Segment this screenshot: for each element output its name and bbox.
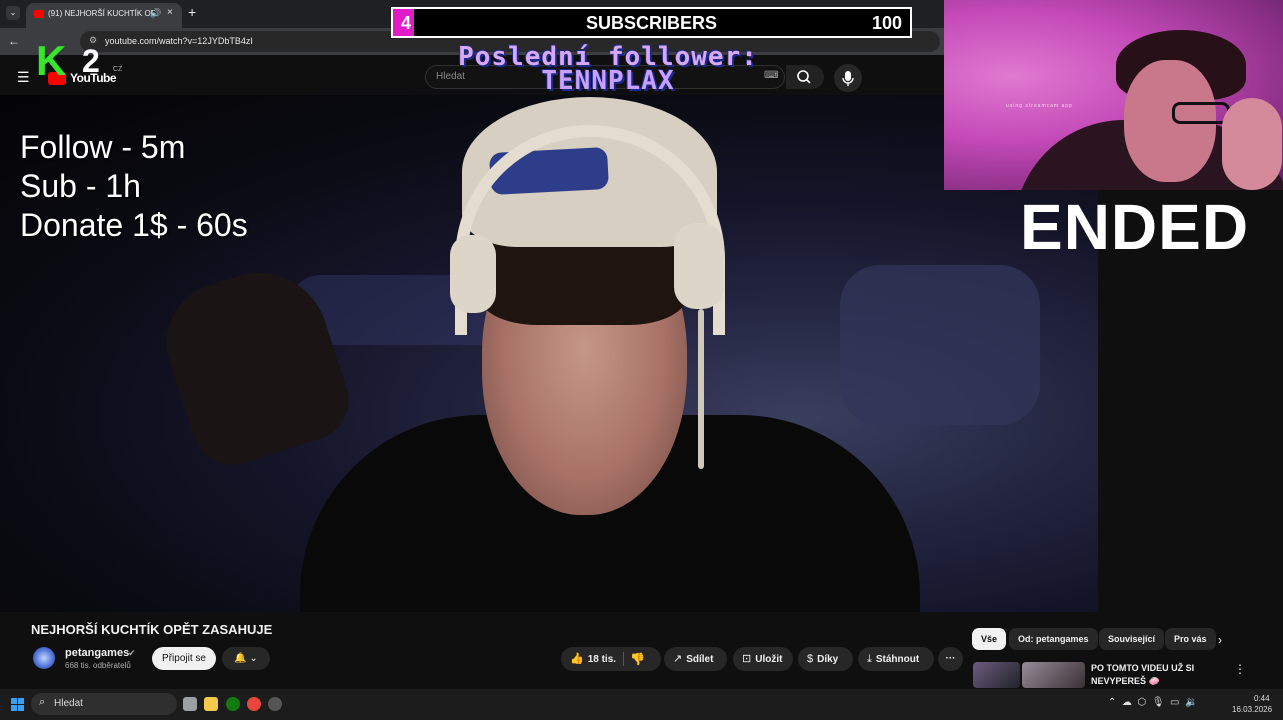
thanks-label: Díky [817, 654, 839, 665]
youtube-favicon-icon [34, 10, 44, 18]
tab-search-menu[interactable]: ⌄ [6, 6, 20, 20]
windows-start-icon[interactable] [11, 698, 24, 711]
timer-rules: Follow - 5m Sub - 1h Donate 1$ - 60s [20, 128, 248, 245]
menu-icon[interactable]: ☰ [17, 69, 30, 86]
recommendation-title-line2[interactable]: NEVYPEREŠ 🧼 [1091, 676, 1160, 687]
new-tab-button[interactable]: + [188, 4, 196, 20]
speaker-icon[interactable]: 🔊 [150, 8, 161, 19]
save-label: Uložit [755, 654, 783, 665]
headphone-cup-left [450, 235, 496, 313]
video-title: NEJHORŠÍ KUCHTÍK OPĚT ZASAHUJE [31, 622, 273, 637]
url-text: youtube.com/watch?v=12JYDbTB4zI [105, 36, 253, 46]
task-view-icon[interactable] [183, 697, 197, 711]
kebab-menu-icon[interactable]: ⋮ [1234, 662, 1246, 676]
k2-logo: K 2 [36, 40, 114, 82]
download-label: Stáhnout [875, 654, 920, 665]
join-button[interactable]: Připojit se [152, 647, 216, 670]
channel-avatar[interactable] [33, 647, 55, 669]
like-button[interactable]: 👍 18 tis. [561, 653, 617, 665]
channel-subscriber-count: 668 tis. odběratelů [65, 661, 131, 670]
chip-for-you[interactable]: Pro vás [1165, 628, 1216, 650]
thanks-icon: $ [807, 653, 814, 665]
recommendation-title[interactable]: PO TOMTO VIDEU UŽ SI [1091, 663, 1194, 673]
taskbar: ⌕ Hledat ⌃ ☁ ⬡ 🎙 ▭ 🔉 0:44 16.03.2026 [0, 689, 1283, 720]
taskbar-search-input[interactable]: ⌕ Hledat [31, 693, 177, 715]
chrome-icon[interactable] [247, 697, 261, 711]
chip-from-channel[interactable]: Od: petangames [1009, 628, 1098, 650]
timer-rule-sub: Sub - 1h [20, 168, 141, 204]
chip-all[interactable]: Vše [972, 628, 1007, 650]
recommendation-thumbnail[interactable] [1022, 662, 1085, 688]
search-icon: ⌕ [39, 696, 46, 708]
verified-icon: ✔ [128, 648, 136, 658]
like-separator [623, 652, 624, 666]
xbox-icon[interactable] [226, 697, 240, 711]
headphone-cup-right [674, 223, 724, 309]
bell-icon: 🔔 [234, 653, 247, 664]
channel-name[interactable]: petangames [65, 647, 129, 659]
bookmark-icon: ⊡ [742, 653, 752, 665]
browser-tab[interactable]: (91) NEJHORŠÍ KUCHTÍK OP 🔊 × [26, 3, 182, 28]
tab-title: (91) NEJHORŠÍ KUCHTÍK OP [48, 9, 157, 18]
last-follower-name: TENNPLAX [541, 66, 675, 96]
webcam-feed: using streamcam app [944, 0, 1283, 190]
clock-date[interactable]: 16.03.2026 [1232, 705, 1272, 714]
thumbs-up-icon: 👍 [570, 653, 584, 665]
k2-logo-two: 2 [82, 43, 100, 79]
clock-time[interactable]: 0:44 [1254, 694, 1270, 703]
chip-related[interactable]: Související [1099, 628, 1165, 650]
download-icon: ⤓ [867, 653, 872, 665]
chair-highlight [840, 265, 1040, 425]
subscriber-label: SUBSCRIBERS [585, 13, 718, 33]
microphone-icon [842, 71, 854, 86]
back-arrow-icon[interactable]: ← [8, 34, 20, 48]
thanks-button[interactable]: $ Díky [798, 647, 853, 671]
share-label: Sdílet [686, 654, 714, 665]
webcam-glasses [1172, 102, 1230, 124]
download-button[interactable]: ⤓ Stáhnout [858, 647, 934, 671]
timer-rule-follow: Follow - 5m [20, 129, 186, 165]
obs-icon[interactable] [268, 697, 282, 711]
k2-logo-k: K [36, 37, 67, 84]
timer-rule-donate: Donate 1$ - 60s [20, 207, 248, 243]
file-explorer-icon[interactable] [204, 697, 218, 711]
save-button[interactable]: ⊡ Uložit [733, 647, 793, 671]
like-count: 18 tis. [587, 654, 617, 665]
more-actions-button[interactable]: ··· [938, 647, 963, 671]
webcam-watermark: using streamcam app [1006, 103, 1073, 109]
taskbar-search-placeholder: Hledat [54, 698, 83, 709]
dislike-button[interactable]: 👎 [630, 647, 645, 671]
tab-close-icon[interactable]: × [167, 7, 173, 18]
notification-bell-button[interactable]: 🔔 ⌄ [222, 647, 270, 670]
recommendation-thumbnail[interactable] [973, 662, 1020, 688]
region-code: CZ [113, 66, 123, 73]
ended-label: ENDED [1020, 191, 1250, 263]
system-tray[interactable]: ⌃ ☁ ⬡ 🎙 ▭ 🔉 [1108, 697, 1198, 708]
voice-search-button[interactable] [834, 64, 862, 92]
chevron-down-icon: ⌄ [249, 653, 258, 664]
share-button[interactable]: ↗ Sdílet [664, 647, 727, 671]
share-icon: ↗ [673, 653, 683, 665]
subscriber-goal: 100 [871, 13, 902, 33]
like-dislike-group: 👍 18 tis. 👎 [561, 647, 661, 671]
subscriber-goal-bar: 4 SUBSCRIBERS 100 [391, 7, 912, 38]
chevron-right-icon[interactable]: › [1218, 633, 1222, 647]
webcam-hand [1222, 98, 1282, 190]
